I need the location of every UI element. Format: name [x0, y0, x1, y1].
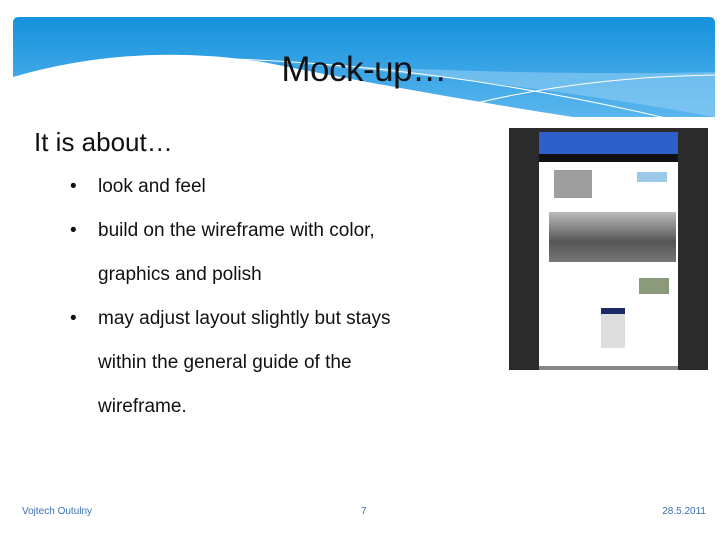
website-mockup-screenshot-image [509, 128, 708, 370]
bullet-continuation: wireframe. [98, 396, 187, 417]
footer-author: Vojtech Outulny [22, 506, 93, 517]
bullet-item: may adjust layout slightly but stays [70, 304, 480, 348]
bullet-continuation: graphics and polish [98, 264, 262, 285]
slide-title: Mock-up… [281, 50, 447, 89]
bullet-list: look and feel build on the wireframe wit… [70, 172, 480, 436]
bullet-continuation: within the general guide of the [98, 352, 352, 373]
footer-page-number: 7 [361, 506, 367, 517]
footer-date: 28.5.2011 [662, 506, 706, 517]
bullet-item: look and feel [70, 172, 480, 216]
bullet-item: build on the wireframe with color, [70, 216, 480, 260]
lead-text: It is about… [34, 127, 173, 157]
